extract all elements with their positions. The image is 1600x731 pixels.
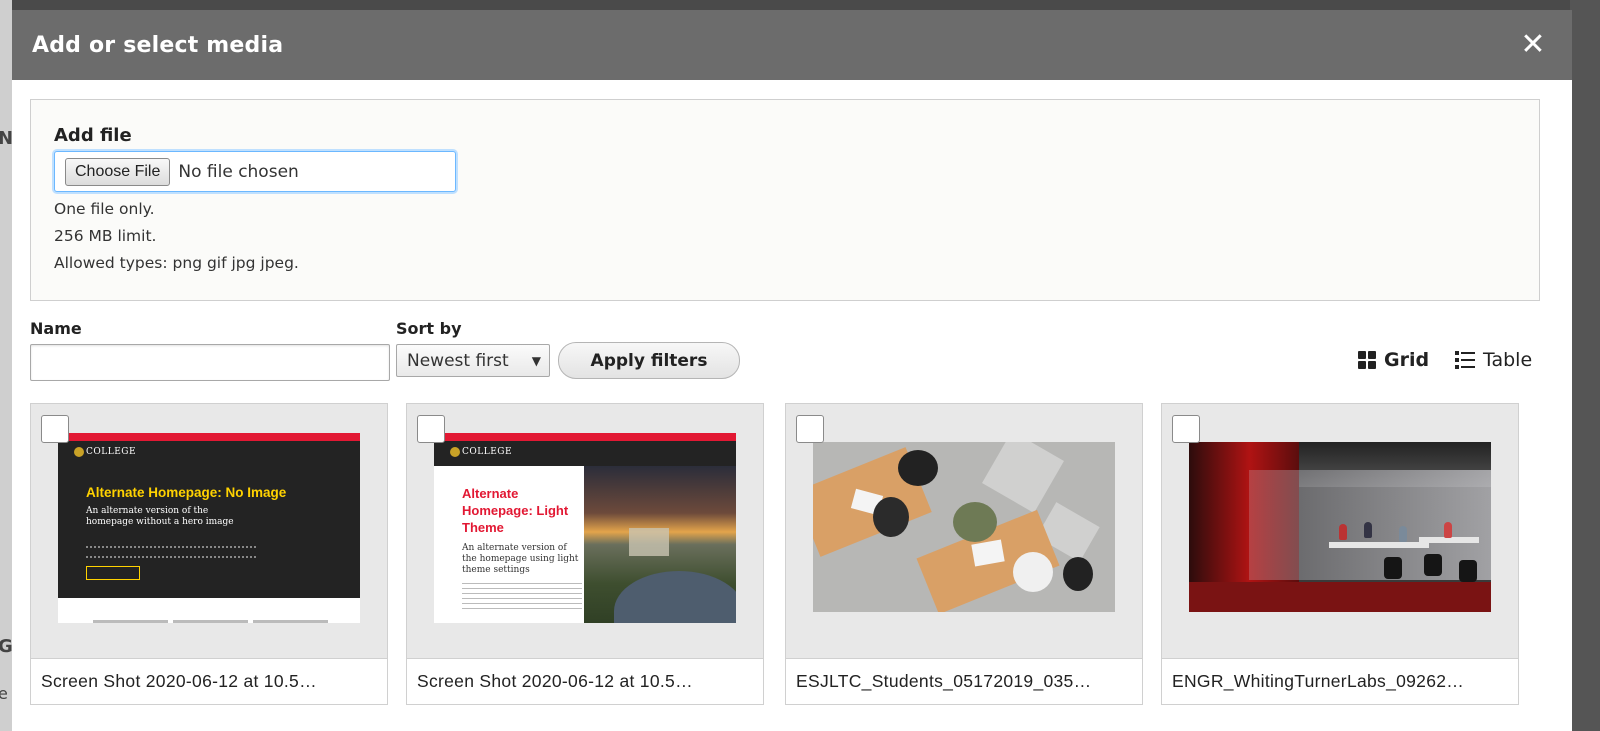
- media-thumbnail[interactable]: COLLEGE Alternate Homepage: No Image An …: [58, 433, 360, 623]
- media-caption: Screen Shot 2020-06-12 at 10.5…: [407, 658, 763, 704]
- choose-file-button[interactable]: Choose File: [65, 157, 171, 186]
- media-select-checkbox[interactable]: [417, 415, 445, 443]
- file-input[interactable]: Choose File No file chosen: [54, 151, 456, 192]
- thumb-logo: COLLEGE: [86, 447, 137, 457]
- media-caption: ENGR_WhitingTurnerLabs_09262…: [1162, 658, 1518, 704]
- chevron-down-icon: ▼: [531, 354, 541, 368]
- sort-by-value: Newest first: [407, 350, 509, 371]
- media-select-checkbox[interactable]: [1172, 415, 1200, 443]
- background-text-fragment: e: [0, 684, 8, 703]
- grid-icon: [1358, 351, 1376, 369]
- media-thumbnail[interactable]: COLLEGE Alternate Homepage: Light Theme …: [434, 433, 736, 623]
- grid-label: Grid: [1384, 349, 1430, 371]
- media-grid: COLLEGE Alternate Homepage: No Image An …: [30, 403, 1570, 731]
- media-select-checkbox[interactable]: [41, 415, 69, 443]
- sort-by-select[interactable]: Newest first ▼: [396, 344, 550, 377]
- help-text-types: Allowed types: png gif jpg jpeg.: [54, 254, 299, 272]
- media-item[interactable]: ENGR_WhitingTurnerLabs_09262…: [1161, 403, 1519, 705]
- thumb-headline: Alternate Homepage: No Image: [86, 485, 287, 500]
- thumb-subtitle: An alternate version of the homepage wit…: [86, 506, 234, 527]
- name-filter-input[interactable]: [30, 344, 390, 381]
- backdrop-left: NT GI e: [0, 0, 25, 731]
- close-icon[interactable]: ✕: [1518, 30, 1548, 60]
- name-filter-label: Name: [30, 319, 82, 338]
- add-file-label: Add file: [54, 125, 132, 146]
- thumb-subtitle: An alternate version of the homepage usi…: [462, 543, 579, 575]
- media-select-checkbox[interactable]: [796, 415, 824, 443]
- help-text-size: 256 MB limit.: [54, 227, 157, 245]
- filter-bar: Name Sort by Newest first ▼ Apply filter…: [30, 319, 1570, 389]
- dialog-title: Add or select media: [32, 32, 284, 58]
- table-label: Table: [1483, 349, 1533, 371]
- media-thumbnail[interactable]: [1189, 442, 1491, 612]
- file-status: No file chosen: [178, 161, 299, 182]
- dialog-titlebar: Add or select media ✕: [12, 10, 1572, 80]
- apply-filters-button[interactable]: Apply filters: [558, 342, 740, 379]
- media-item[interactable]: COLLEGE Alternate Homepage: Light Theme …: [406, 403, 764, 705]
- thumb-headline: Alternate Homepage: Light Theme: [462, 486, 569, 535]
- list-icon: [1455, 351, 1475, 369]
- help-text-count: One file only.: [54, 200, 155, 218]
- add-file-panel: Add file Choose File No file chosen One …: [30, 99, 1540, 301]
- logo-seal-icon: [74, 447, 84, 457]
- view-toggle-grid[interactable]: Grid: [1358, 349, 1429, 371]
- logo-seal-icon: [450, 447, 460, 457]
- media-dialog: Add or select media ✕ Add file Choose Fi…: [12, 10, 1572, 731]
- view-toggle-table[interactable]: Table: [1455, 349, 1532, 371]
- media-thumbnail[interactable]: [813, 442, 1115, 612]
- media-item[interactable]: COLLEGE Alternate Homepage: No Image An …: [30, 403, 388, 705]
- thumb-logo: COLLEGE: [462, 447, 513, 457]
- media-caption: Screen Shot 2020-06-12 at 10.5…: [31, 658, 387, 704]
- media-item[interactable]: ESJLTC_Students_05172019_035…: [785, 403, 1143, 705]
- media-caption: ESJLTC_Students_05172019_035…: [786, 658, 1142, 704]
- backdrop-right: [1570, 0, 1600, 731]
- sort-by-label: Sort by: [396, 319, 462, 338]
